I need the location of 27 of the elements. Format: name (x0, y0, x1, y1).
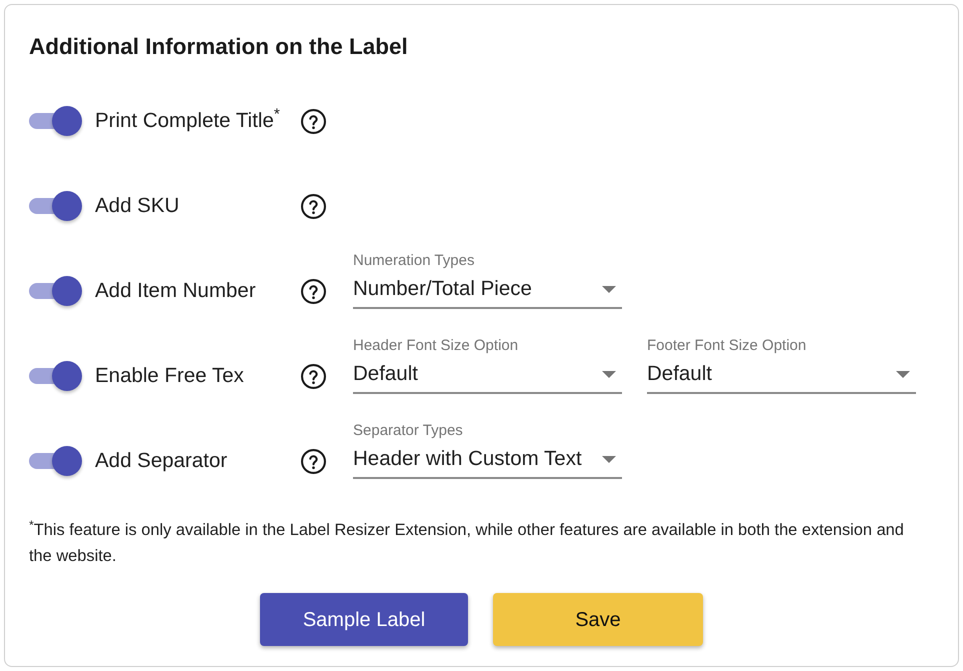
help-icon[interactable] (301, 108, 326, 134)
help-icon[interactable] (301, 448, 326, 474)
save-button[interactable]: Save (493, 593, 703, 646)
dropdown-select[interactable]: Separator Types Header with Custom Text (353, 421, 622, 479)
option-label: Print Complete Title$^{*}$ (95, 106, 281, 134)
toggle-switch[interactable] (29, 191, 82, 221)
help-icon[interactable] (301, 194, 326, 218)
option-label: Add Item Number (95, 278, 257, 304)
dropdown-select[interactable]: Footer Font Size Option Default (647, 336, 916, 394)
caret-icon (602, 286, 616, 292)
footnote-text: $^{*}$This feature is only available in the Label Resizer Extension, while other features are available in both the extension and the website. (29, 517, 905, 567)
caret-icon (602, 370, 616, 378)
caret-icon (896, 370, 910, 378)
dropdown-select[interactable]: Header Font Size Option Default (353, 336, 622, 394)
sample-label-button[interactable]: Sample Label (260, 593, 468, 646)
option-label: Add Separator (95, 448, 228, 474)
help-icon[interactable] (301, 364, 326, 388)
card-title: Additional Information on the Label (29, 33, 408, 61)
option-label: Add SKU (95, 192, 180, 219)
toggle-switch[interactable] (29, 361, 82, 391)
toggle-switch[interactable] (29, 106, 82, 136)
help-icon[interactable] (301, 278, 326, 304)
toggle-switch[interactable] (29, 276, 82, 306)
dropdown-select[interactable]: Numeration Types Number/Total Piece (353, 251, 622, 309)
caret-icon (602, 456, 616, 462)
toggle-switch[interactable] (29, 446, 82, 476)
option-label: Enable Free Tex (95, 362, 245, 389)
